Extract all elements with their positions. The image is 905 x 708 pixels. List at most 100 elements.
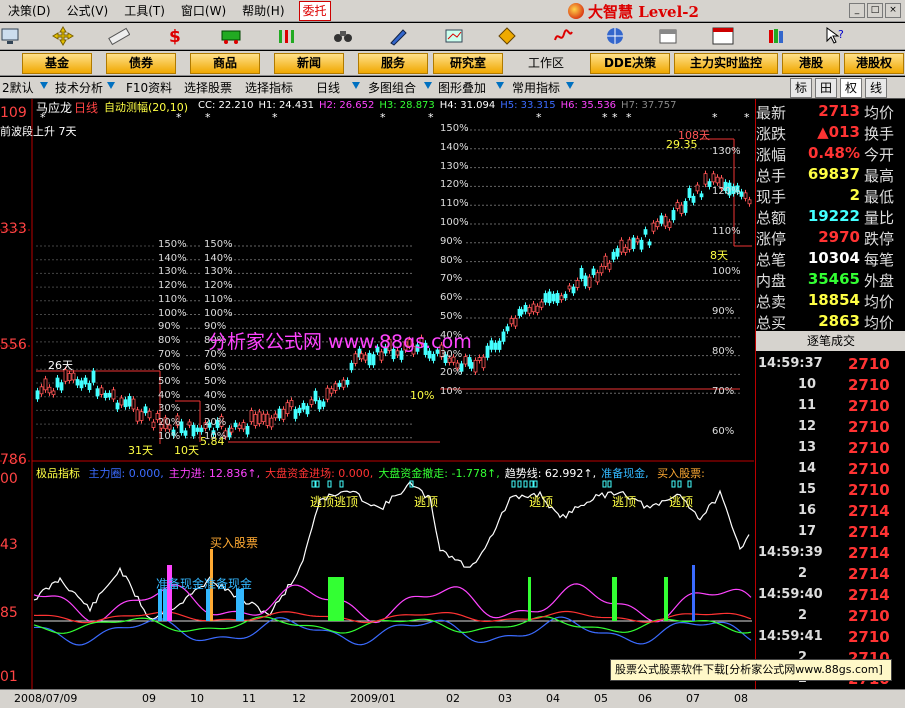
chevron-down-icon[interactable] — [424, 82, 432, 89]
tab-line[interactable]: 线 — [865, 78, 887, 98]
pct-label: 80% — [440, 254, 463, 266]
help-cursor-icon[interactable]: ? — [824, 26, 846, 46]
pct-label: 20% — [440, 367, 463, 379]
research-button[interactable]: 研究室 — [433, 53, 503, 74]
candle-body — [257, 411, 262, 425]
quote-row: 总卖 18854 均价 — [756, 290, 905, 311]
monitor-icon[interactable] — [0, 26, 22, 46]
workspace-label[interactable]: 工作区 — [528, 53, 564, 74]
tick-time: 13 — [798, 440, 817, 455]
window-icon[interactable] — [712, 26, 734, 46]
hk-warrant-button[interactable]: 港股权 — [844, 53, 904, 74]
quote-label: 涨停 — [756, 230, 787, 248]
candle-body — [229, 427, 234, 433]
f10-info[interactable]: F10资料 — [126, 78, 172, 98]
chevron-down-icon[interactable] — [352, 82, 360, 89]
ruler-icon[interactable] — [108, 26, 130, 46]
bars-icon[interactable] — [276, 26, 298, 46]
candle-body — [333, 383, 338, 391]
overlay-chart[interactable]: 图形叠加 — [438, 78, 486, 98]
chart-add-icon[interactable] — [444, 26, 466, 46]
binoculars-icon[interactable] — [332, 26, 354, 46]
pen-icon[interactable] — [388, 26, 410, 46]
close-icon[interactable]: × — [885, 3, 901, 18]
candle-body — [321, 401, 326, 407]
signature-icon[interactable] — [552, 26, 574, 46]
train-icon[interactable] — [220, 26, 242, 46]
menu-window[interactable]: 窗口(W) — [173, 0, 234, 22]
select-stock[interactable]: 选择股票 — [184, 78, 232, 98]
entrust-button[interactable]: 委托 — [298, 0, 331, 21]
pct-label: 10% — [204, 430, 227, 442]
top-signal-label: 逃顶 — [669, 495, 694, 509]
quote-right-label: 最高 — [864, 167, 895, 185]
pct-label: 100% — [712, 266, 741, 277]
cash-signal-label: 准备现金准备现金 — [156, 577, 253, 591]
pct-label: 150% — [440, 123, 469, 134]
top-signal-tick — [607, 480, 612, 488]
menu-tools[interactable]: 工具(T) — [116, 0, 173, 22]
select-indicator[interactable]: 选择指标 — [245, 78, 293, 98]
books-icon[interactable] — [766, 26, 788, 46]
date-tick: 10 — [190, 692, 204, 705]
pct-label: 30% — [158, 403, 181, 415]
commodity-button[interactable]: 商品 — [190, 53, 260, 74]
menu-help[interactable]: 帮助(H) — [234, 0, 292, 22]
candle-body — [277, 408, 282, 419]
candle-body — [139, 411, 144, 421]
diamond-icon[interactable] — [496, 26, 518, 46]
calendar-icon[interactable] — [658, 26, 680, 46]
tab-mark[interactable]: 标 — [790, 78, 812, 98]
chevron-down-icon[interactable] — [566, 82, 574, 89]
pct-label: 20% — [204, 417, 227, 429]
maximize-icon[interactable]: □ — [867, 3, 883, 18]
candle-body — [83, 377, 88, 385]
quote-row: 涨跌 ▲013 换手 — [756, 122, 905, 143]
tick-price: 2714 — [848, 502, 890, 520]
move-cross-icon[interactable] — [52, 26, 74, 46]
chevron-down-icon[interactable] — [496, 82, 504, 89]
tech-analysis[interactable]: 技术分析 — [55, 78, 103, 98]
wave-days-label: 31天 — [128, 444, 153, 457]
tab-rights[interactable]: 权 — [840, 78, 862, 98]
candle-body — [623, 246, 628, 253]
tick-header[interactable]: 逐笔成交 — [756, 331, 905, 351]
tick-price: 2710 — [848, 439, 890, 457]
bond-button[interactable]: 债券 — [106, 53, 176, 74]
tick-price: 2714 — [848, 523, 890, 541]
candle-body — [111, 389, 116, 400]
dollar-icon[interactable]: $ — [164, 26, 186, 46]
kline-chart[interactable]: * * * * * * * * * * * * 马应龙 日线 自动测幅(20,10) CC: 22.2… — [0, 99, 754, 689]
quote-value: 0.48% — [807, 144, 860, 162]
buy-signal-label: 买入股票 — [210, 536, 259, 550]
layout-default[interactable]: 2默认 — [2, 78, 34, 98]
main-force-button[interactable]: 主力实时监控 — [674, 53, 778, 74]
pct-label: 150% — [204, 239, 233, 250]
pct-label: 140% — [204, 252, 233, 264]
chart-canvas[interactable]: * * * * * * * * * * * * — [0, 99, 754, 689]
pct-label: 110% — [204, 293, 233, 305]
chevron-down-icon[interactable] — [107, 82, 115, 89]
globe-icon[interactable] — [604, 26, 626, 46]
candle-body — [675, 202, 680, 209]
multi-chart[interactable]: 多图组合 — [368, 78, 416, 98]
menu-decision[interactable]: 决策(D) — [0, 0, 59, 22]
dde-button[interactable]: DDE决策 — [590, 53, 670, 74]
fund-button[interactable]: 基金 — [22, 53, 92, 74]
chevron-down-icon[interactable] — [40, 82, 48, 89]
period-daily[interactable]: 日线 — [316, 78, 340, 98]
cash-signal-bar — [240, 589, 244, 621]
quote-label: 总额 — [756, 209, 787, 227]
minimize-icon[interactable]: _ — [849, 3, 865, 18]
candle-body — [509, 318, 514, 325]
hk-stock-button[interactable]: 港股 — [782, 53, 840, 74]
star-marker: * — [712, 111, 718, 124]
service-button[interactable]: 服务 — [358, 53, 428, 74]
common-indicators[interactable]: 常用指标 — [512, 78, 560, 98]
stock-name: 马应龙 — [36, 101, 73, 115]
candle-body — [249, 410, 254, 423]
candle-body — [237, 424, 242, 429]
news-button[interactable]: 新闻 — [274, 53, 344, 74]
menu-formula[interactable]: 公式(V) — [59, 0, 117, 22]
tab-grid[interactable]: 田 — [815, 78, 837, 98]
